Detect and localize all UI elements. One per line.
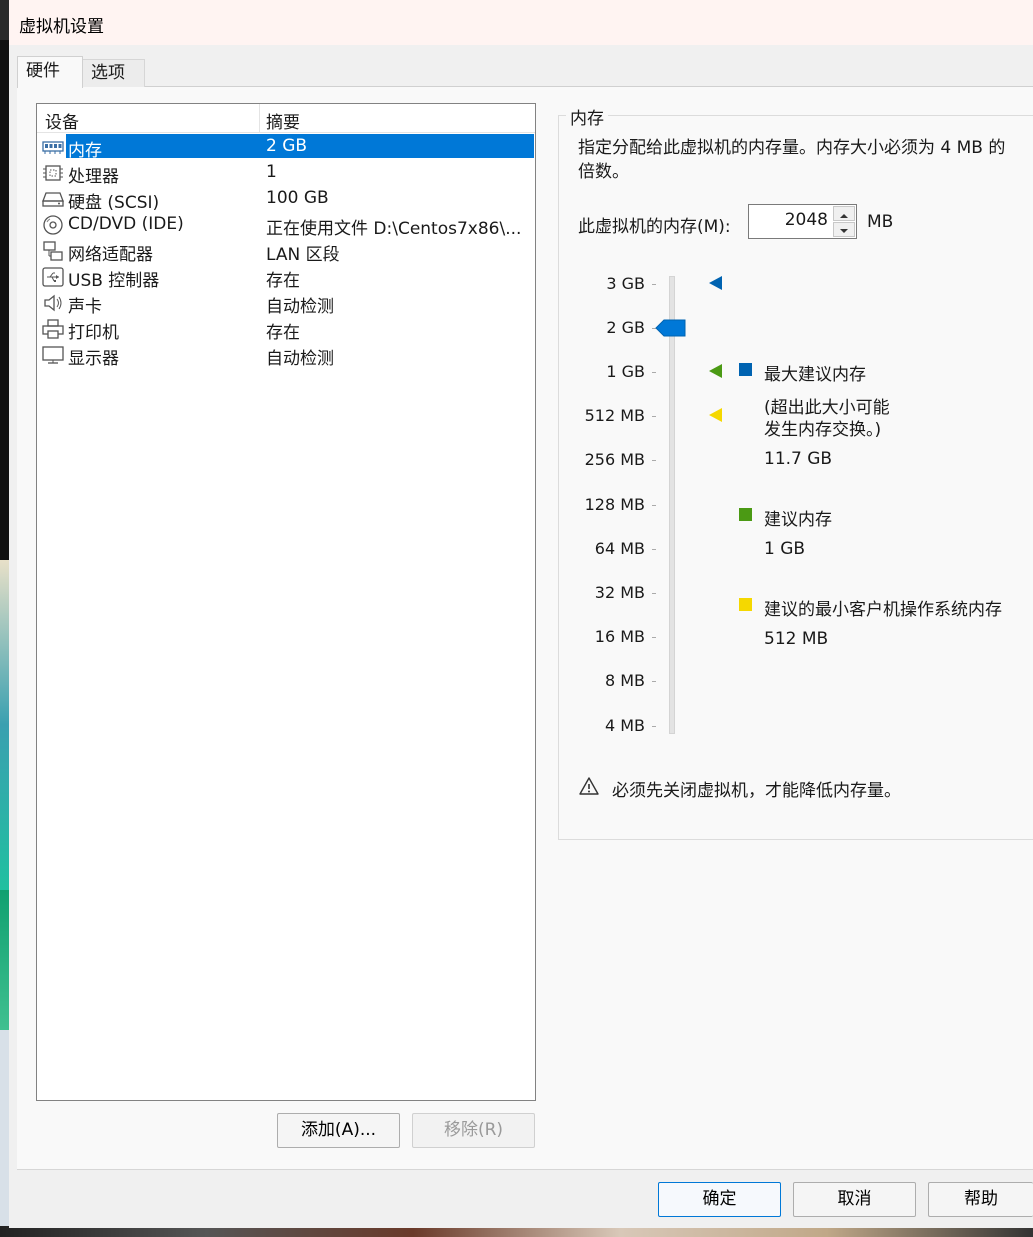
scale-label-4mb: 4 MB xyxy=(604,716,645,735)
memory-unit: MB xyxy=(867,212,894,232)
column-header-device[interactable]: 设备 xyxy=(45,108,79,133)
device-summary: 存在 xyxy=(266,271,300,291)
chevron-down-icon xyxy=(840,229,848,233)
sound-card-icon xyxy=(44,294,62,312)
device-name: USB 控制器 xyxy=(68,271,160,291)
tab-hardware[interactable]: 硬件 xyxy=(17,56,83,88)
warning-icon xyxy=(579,777,599,795)
chevron-up-icon xyxy=(840,214,848,218)
device-summary: 正在使用文件 D:\Centos7x86\... xyxy=(266,219,522,239)
window-title: 虚拟机设置 xyxy=(19,17,104,37)
recommended-value: 1 GB xyxy=(764,539,806,559)
column-header-summary[interactable]: 摘要 xyxy=(266,108,300,133)
memory-slider-thumb[interactable] xyxy=(655,319,687,337)
device-row-cd-dvd[interactable]: CD/DVD (IDE) 正在使用文件 D:\Centos7x86\... xyxy=(37,212,535,239)
min-guest-value: 512 MB xyxy=(764,629,829,649)
scale-label-2gb: 2 GB xyxy=(606,318,645,337)
device-name: 内存 xyxy=(68,141,102,161)
device-row-usb[interactable]: USB 控制器 存在 xyxy=(37,264,535,291)
memory-icon xyxy=(42,141,64,154)
recommended-label: 建议内存 xyxy=(764,510,832,530)
usb-icon xyxy=(42,267,64,287)
device-summary: LAN 区段 xyxy=(266,245,340,265)
max-recommended-note-2: 发生内存交换。) xyxy=(764,420,882,440)
device-summary: 自动检测 xyxy=(266,349,334,369)
scale-label-3gb: 3 GB xyxy=(606,274,645,293)
list-header: 设备 摘要 xyxy=(37,104,535,133)
scale-label-1gb: 1 GB xyxy=(606,362,645,381)
scale-label-8mb: 8 MB xyxy=(604,671,645,690)
scale-label-64mb: 64 MB xyxy=(594,539,645,558)
scale-label-512mb: 512 MB xyxy=(584,406,645,425)
min-guest-label: 建议的最小客户机操作系统内存 xyxy=(764,600,1002,620)
warning-text: 必须先关闭虚拟机，才能降低内存量。 xyxy=(612,781,901,801)
title-bar[interactable]: 虚拟机设置 xyxy=(9,0,1033,45)
device-row-display[interactable]: 显示器 自动检测 xyxy=(37,342,535,369)
max-recommended-marker xyxy=(709,276,722,290)
max-recommended-label: 最大建议内存 xyxy=(764,365,866,385)
network-adapter-icon xyxy=(43,241,63,261)
device-name: 网络适配器 xyxy=(68,245,153,265)
printer-icon xyxy=(42,319,64,339)
memory-field-label: 此虚拟机的内存(M): xyxy=(578,217,731,237)
recommended-marker xyxy=(709,364,722,378)
device-name: 声卡 xyxy=(68,297,102,317)
cancel-button[interactable]: 取消 xyxy=(793,1182,916,1217)
device-summary: 100 GB xyxy=(266,188,329,208)
min-guest-swatch xyxy=(739,598,752,611)
device-summary: 存在 xyxy=(266,323,300,343)
display-icon xyxy=(42,346,64,364)
device-row-hard-disk[interactable]: 硬盘 (SCSI) 100 GB xyxy=(37,186,535,213)
device-name: CD/DVD (IDE) xyxy=(68,214,184,234)
stepper-up-button[interactable] xyxy=(833,206,855,221)
memory-description: 指定分配给此虚拟机的内存量。内存大小必须为 4 MB 的倍数。 xyxy=(578,138,1006,182)
device-name: 显示器 xyxy=(68,349,119,369)
background-desktop-left xyxy=(0,40,9,1237)
device-row-network-adapter[interactable]: 网络适配器 LAN 区段 xyxy=(37,238,535,265)
vm-settings-window: 虚拟机设置 硬件 选项 设备 摘要 内存 2 GB 处理器 1 硬盘 (SCSI… xyxy=(9,0,1033,1228)
scale-label-256mb: 256 MB xyxy=(584,450,645,469)
scale-label-16mb: 16 MB xyxy=(594,627,645,646)
scale-label-32mb: 32 MB xyxy=(594,583,645,602)
recommended-swatch xyxy=(739,508,752,521)
ok-button[interactable]: 确定 xyxy=(658,1182,781,1217)
device-list[interactable]: 设备 摘要 内存 2 GB 处理器 1 硬盘 (SCSI) 100 GB CD/… xyxy=(36,103,536,1101)
stepper-down-button[interactable] xyxy=(833,222,855,237)
help-button[interactable]: 帮助 xyxy=(928,1182,1033,1217)
tab-options[interactable]: 选项 xyxy=(83,59,145,87)
device-row-sound-card[interactable]: 声卡 自动检测 xyxy=(37,290,535,317)
device-summary: 1 xyxy=(266,162,277,182)
device-name: 硬盘 (SCSI) xyxy=(68,193,160,213)
min-guest-marker xyxy=(709,408,722,422)
hard-disk-icon xyxy=(42,192,64,207)
device-row-memory[interactable]: 内存 2 GB xyxy=(37,134,535,161)
memory-group-title: 内存 xyxy=(566,104,608,129)
max-recommended-swatch xyxy=(739,363,752,376)
device-summary: 自动检测 xyxy=(266,297,334,317)
device-summary: 2 GB xyxy=(266,136,308,156)
max-recommended-value: 11.7 GB xyxy=(764,449,833,469)
device-name: 处理器 xyxy=(68,167,119,187)
memory-slider-track[interactable] xyxy=(669,276,675,734)
remove-device-button[interactable]: 移除(R) xyxy=(412,1113,535,1148)
device-row-printer[interactable]: 打印机 存在 xyxy=(37,316,535,343)
scale-label-128mb: 128 MB xyxy=(584,495,645,514)
processor-icon xyxy=(43,165,63,181)
memory-stepper[interactable]: 2048 xyxy=(748,204,857,239)
add-device-button[interactable]: 添加(A)... xyxy=(277,1113,400,1148)
cd-dvd-icon xyxy=(43,215,63,235)
memory-input[interactable]: 2048 xyxy=(785,210,828,230)
device-name: 打印机 xyxy=(68,323,119,343)
device-row-processor[interactable]: 处理器 1 xyxy=(37,160,535,187)
